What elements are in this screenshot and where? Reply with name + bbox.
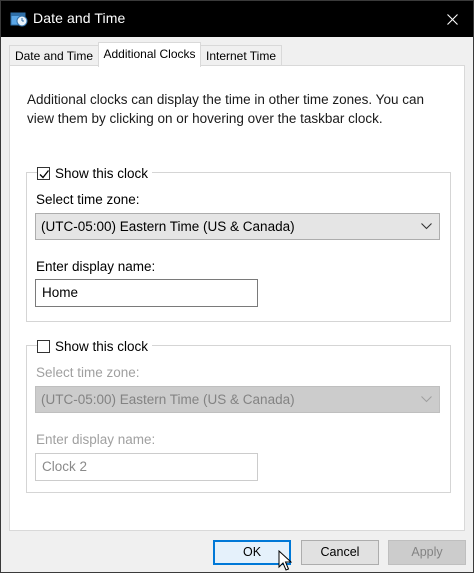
clock1-timezone-label: Select time zone: (36, 192, 140, 207)
tab-additional-clocks[interactable]: Additional Clocks (98, 42, 201, 67)
apply-button[interactable]: Apply (388, 540, 466, 565)
clock2-show-checkbox-row[interactable]: Show this clock (37, 336, 153, 356)
clock1-show-label: Show this clock (55, 165, 149, 181)
checkmark-icon (39, 169, 50, 178)
additional-clocks-panel: Additional clocks can display the time i… (9, 65, 465, 531)
date-time-icon (10, 12, 28, 27)
clock1-show-checkbox[interactable] (37, 166, 50, 180)
clock2-name-label: Enter display name: (36, 432, 156, 447)
title-bar[interactable]: Date and Time (1, 1, 473, 37)
clock1-show-checkbox-row[interactable]: Show this clock (37, 163, 153, 183)
chevron-down-icon (419, 387, 433, 412)
tab-strip: Date and Time Additional Clocks Internet… (1, 37, 473, 67)
clock1-timezone-select[interactable]: (UTC-05:00) Eastern Time (US & Canada) (35, 213, 440, 240)
close-button[interactable] (429, 1, 473, 37)
cancel-button[interactable]: Cancel (301, 540, 379, 565)
mouse-pointer-icon (278, 550, 292, 571)
clock2-timezone-label: Select time zone: (36, 365, 140, 380)
tab-date-and-time[interactable]: Date and Time (9, 45, 99, 67)
date-time-dialog: Date and Time Date and Time Additional C… (0, 0, 474, 573)
clock2-timezone-value: (UTC-05:00) Eastern Time (US & Canada) (41, 392, 295, 407)
clock1-timezone-value: (UTC-05:00) Eastern Time (US & Canada) (41, 219, 295, 234)
tab-internet-time[interactable]: Internet Time (200, 45, 282, 67)
window-title: Date and Time (33, 10, 126, 26)
close-icon (446, 13, 458, 25)
clock2-display-name-input[interactable]: Clock 2 (35, 453, 258, 481)
clock1-display-name-input[interactable]: Home (35, 279, 258, 307)
clock2-show-label: Show this clock (55, 338, 149, 354)
description-text: Additional clocks can display the time i… (27, 92, 424, 126)
chevron-down-icon (419, 214, 433, 239)
clock1-name-label: Enter display name: (36, 259, 156, 274)
clock2-show-checkbox[interactable] (37, 339, 50, 353)
clock2-timezone-select[interactable]: (UTC-05:00) Eastern Time (US & Canada) (35, 386, 440, 413)
